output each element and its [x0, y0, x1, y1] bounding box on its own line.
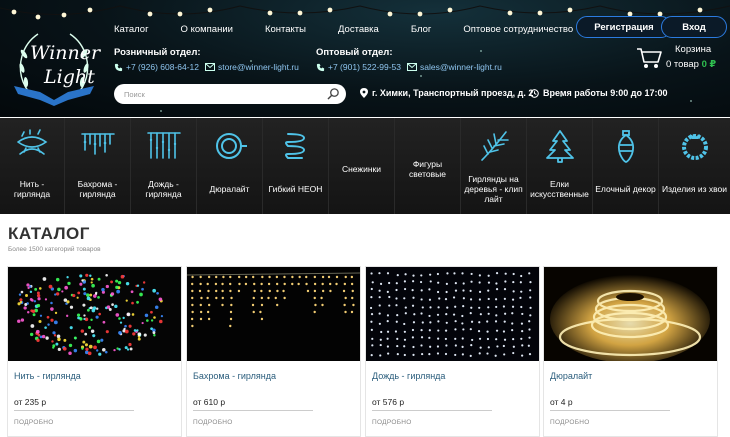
hours-text: Время работы 9:00 до 17:00 — [543, 88, 668, 98]
nav-delivery[interactable]: Доставка — [338, 24, 379, 38]
divider — [372, 410, 492, 411]
product-name[interactable]: Дождь - гирлянда — [372, 371, 445, 381]
cart-count: 0 товар — [666, 59, 699, 70]
address-info: г. Химки, Транспортный проезд, д. 2 — [360, 88, 533, 98]
retail-title: Розничный отдел: — [114, 47, 201, 58]
category-label: Гибкий НЕОН — [268, 184, 323, 195]
category-label: Снежинки — [341, 164, 382, 175]
wreath-icon — [681, 134, 708, 160]
string-light-icon — [17, 129, 48, 155]
category-pine-products[interactable]: Изделия из хвои — [659, 118, 730, 214]
product-price: от 4 р — [550, 397, 573, 407]
details-link[interactable]: ПОДРОБНО — [14, 419, 54, 426]
details-link[interactable]: ПОДРОБНО — [193, 419, 233, 426]
category-label: Елки искусственные — [530, 179, 589, 199]
nav-about[interactable]: О компании — [181, 24, 233, 38]
category-label: Дюралайт — [209, 184, 250, 195]
retail-phone-text: +7 (926) 608-64-12 — [126, 62, 200, 72]
duralight-icon — [215, 133, 247, 159]
category-label: Бахрома - гирлянда — [77, 179, 118, 199]
mail-icon — [205, 63, 215, 71]
mail-icon — [407, 63, 417, 71]
catalog-title: КАТАЛОГ — [8, 224, 90, 243]
logo-word-winner: Winner — [30, 42, 101, 64]
product-name[interactable]: Нить - гирлянда — [14, 371, 81, 381]
divider — [193, 410, 313, 411]
category-duralight[interactable]: Дюралайт — [197, 118, 263, 214]
cart-summary[interactable]: 0 товар 0 ₽ — [666, 59, 716, 70]
retail-phone[interactable]: +7 (926) 608-64-12 — [114, 62, 199, 72]
wholesale-phone-text: +7 (901) 522-99-53 — [328, 62, 402, 72]
wholesale-email[interactable]: sales@winner-light.ru — [407, 62, 502, 72]
search-icon[interactable] — [327, 87, 340, 100]
address-text: г. Химки, Транспортный проезд, д. 2 — [372, 88, 534, 98]
tree-branch-icon — [480, 131, 509, 161]
product-price: от 576 р — [372, 397, 405, 407]
clock-icon — [530, 88, 539, 98]
product-image[interactable] — [544, 267, 717, 361]
christmas-tree-icon — [545, 130, 574, 163]
search-input[interactable] — [124, 87, 324, 101]
product-image[interactable] — [187, 267, 360, 361]
product-name[interactable]: Бахрома - гирлянда — [193, 371, 276, 381]
main-nav: Каталог О компании Контакты Доставка Бло… — [114, 24, 605, 38]
search-box — [114, 84, 346, 104]
category-label: Изделия из хвои — [661, 184, 728, 195]
login-button[interactable]: Вход — [661, 16, 727, 38]
category-string-light[interactable]: Нить - гирлянда — [0, 118, 65, 214]
category-neon[interactable]: Гибкий НЕОН — [263, 118, 329, 214]
cart-label[interactable]: Корзина — [675, 44, 711, 55]
category-tree-decor[interactable]: Елочный декор — [593, 118, 659, 214]
category-curtain[interactable]: Дождь - гирлянда — [131, 118, 197, 214]
product-image[interactable] — [366, 267, 539, 361]
phone-icon — [316, 63, 325, 71]
product-card[interactable]: Дождь - гирлянда от 576 р ПОДРОБНО — [365, 266, 540, 437]
category-light-figures[interactable]: Фигуры световые — [395, 118, 461, 214]
location-pin-icon — [360, 88, 368, 98]
category-label: Дождь - гирлянда — [145, 179, 182, 199]
retail-email-text: store@winner-light.ru — [218, 62, 299, 72]
register-button[interactable]: Регистрация — [576, 16, 672, 38]
category-artificial-trees[interactable]: Елки искусственные — [527, 118, 593, 214]
category-label: Нить - гирлянда — [13, 179, 51, 199]
site-logo[interactable]: Winner Light — [10, 28, 101, 108]
details-link[interactable]: ПОДРОБНО — [372, 419, 412, 426]
retail-email[interactable]: store@winner-light.ru — [205, 62, 299, 72]
details-link[interactable]: ПОДРОБНО — [550, 419, 590, 426]
product-image[interactable] — [8, 267, 181, 361]
catalog-subtitle: Более 1500 категорий товаров — [8, 246, 101, 253]
neon-icon — [284, 133, 305, 159]
hours-info: Время работы 9:00 до 17:00 — [530, 88, 667, 98]
divider — [550, 410, 670, 411]
product-price: от 235 р — [14, 397, 47, 407]
category-label: Фигуры световые — [409, 159, 446, 179]
logo-word-light: Light — [44, 66, 95, 88]
product-card[interactable]: Нить - гирлянда от 235 р ПОДРОБНО — [7, 266, 182, 437]
wholesale-title: Оптовый отдел: — [316, 47, 393, 58]
product-card[interactable]: Бахрома - гирлянда от 610 р ПОДРОБНО — [186, 266, 361, 437]
nav-wholesale[interactable]: Оптовое сотрудничество — [463, 24, 573, 38]
cart-price: 0 ₽ — [701, 59, 717, 70]
divider — [14, 410, 134, 411]
nav-catalog[interactable]: Каталог — [114, 24, 149, 38]
phone-icon — [114, 63, 123, 71]
category-tree-lights[interactable]: Гирлянды на деревья - клип лайт — [461, 118, 527, 214]
product-card[interactable]: Дюралайт от 4 р ПОДРОБНО — [543, 266, 718, 437]
curtain-light-icon — [146, 132, 181, 159]
wholesale-email-text: sales@winner-light.ru — [420, 62, 502, 72]
cart-icon[interactable] — [636, 46, 662, 70]
category-bar: Нить - гирлянда Бахрома - гирлянда Дождь… — [0, 118, 730, 214]
ornament-icon — [617, 130, 634, 163]
site-header: Winner Light Каталог О компании Контакты… — [0, 0, 730, 117]
category-label: Елочный декор — [595, 184, 656, 195]
category-snowflakes[interactable]: Снежинки — [329, 118, 395, 214]
nav-contacts[interactable]: Контакты — [265, 24, 306, 38]
icicle-light-icon — [80, 133, 115, 155]
product-name[interactable]: Дюралайт — [550, 371, 592, 381]
product-price: от 610 р — [193, 397, 226, 407]
wholesale-phone[interactable]: +7 (901) 522-99-53 — [316, 62, 401, 72]
category-icicle[interactable]: Бахрома - гирлянда — [65, 118, 131, 214]
nav-blog[interactable]: Блог — [411, 24, 432, 38]
category-label: Гирлянды на деревья - клип лайт — [464, 174, 523, 204]
